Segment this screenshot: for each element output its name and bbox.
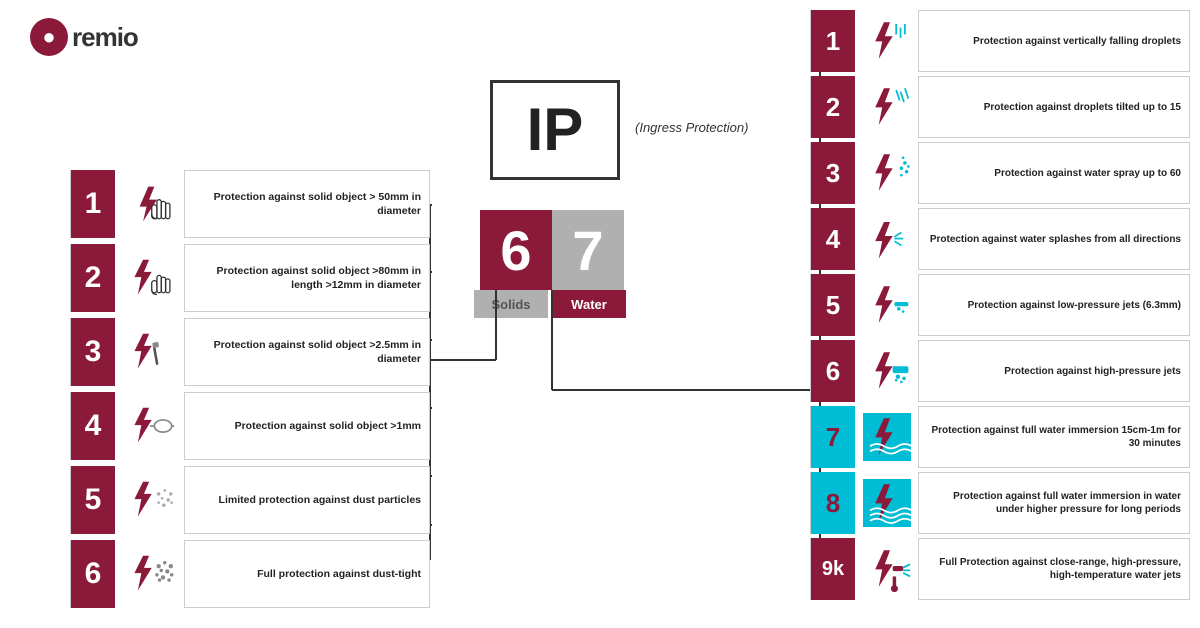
water-desc-3: Protection against water spray up to 60 [919,163,1189,184]
solid-digit: 6 [480,210,552,290]
logo-text: remio [72,22,138,53]
water-number-7: 7 [811,406,855,468]
water-number-8: 8 [811,472,855,534]
solids-panel: 1 Protection against solid object > 50mm… [70,170,430,614]
solid-icon-5 [115,466,185,534]
water-row-6: 6 Protection against high-pressure jets [810,340,1190,402]
solid-number-2: 2 [71,244,115,312]
logo: ● remio [30,18,138,56]
solid-desc-1: Protection against solid object > 50mm i… [185,186,429,222]
solid-number-1: 1 [71,170,115,238]
solid-number-4: 4 [71,392,115,460]
water-row-9k: 9k Full Protection against close-range, … [810,538,1190,600]
solid-icon-2 [115,244,185,312]
solid-row-1: 1 Protection against solid object > 50mm… [70,170,430,238]
solid-desc-2: Protection against solid object >80mm in… [185,260,429,296]
solid-row-4: 4 Protection against solid object >1mm [70,392,430,460]
water-row-4: 4 Protection against water splashes from… [810,208,1190,270]
water-number-2: 2 [811,76,855,138]
solid-number-3: 3 [71,318,115,386]
solid-icon-1 [115,170,185,238]
water-desc-1: Protection against vertically falling dr… [919,31,1189,52]
water-panel: 1 Protection against vertically falling … [810,10,1190,604]
water-icon-8 [855,472,919,534]
solid-icon-4 [115,392,185,460]
solid-number-5: 5 [71,466,115,534]
water-desc-9k: Full Protection against close-range, hig… [919,552,1189,586]
water-icon-9k [855,538,919,600]
water-number-9k: 9k [811,538,855,600]
solid-row-3: 3 Protection against solid object >2.5mm… [70,318,430,386]
solid-row-5: 5 Limited protection against dust partic… [70,466,430,534]
ip-box: IP [490,80,620,180]
water-desc-8: Protection against full water immersion … [919,486,1189,520]
water-icon-6 [855,340,919,402]
water-number-3: 3 [811,142,855,204]
water-number-5: 5 [811,274,855,336]
water-desc-4: Protection against water splashes from a… [919,229,1189,250]
ingress-label: (Ingress Protection) [635,120,748,135]
solid-icon-3 [115,318,185,386]
logo-icon: ● [30,18,68,56]
water-icon-2 [855,76,919,138]
water-digit: 7 [552,210,624,290]
water-desc-2: Protection against droplets tilted up to… [919,97,1189,118]
water-row-1: 1 Protection against vertically falling … [810,10,1190,72]
solid-desc-6: Full protection against dust-tight [185,563,429,585]
water-row-5: 5 Protection against low-pressure jets (… [810,274,1190,336]
water-row-3: 3 Protection against water spray up to 6… [810,142,1190,204]
solids-label: Solids [474,290,548,318]
digit-section: 6 7 [480,210,624,290]
water-icon-7 [855,406,919,468]
water-icon-5 [855,274,919,336]
water-row-8: 8 Protection against full water immersio… [810,472,1190,534]
solid-number-6: 6 [71,540,115,608]
water-desc-7: Protection against full water immersion … [919,420,1189,454]
water-row-7: 7 Protection against full water immersio… [810,406,1190,468]
solid-row-6: 6 Full protection against dust-tight [70,540,430,608]
ip-label: IP [527,100,584,160]
water-number-1: 1 [811,10,855,72]
solid-desc-3: Protection against solid object >2.5mm i… [185,334,429,370]
label-section: Solids Water [474,290,626,318]
water-number-4: 4 [811,208,855,270]
solid-row-2: 2 Protection against solid object >80mm … [70,244,430,312]
water-icon-3 [855,142,919,204]
water-desc-5: Protection against low-pressure jets (6.… [919,295,1189,316]
water-icon-4 [855,208,919,270]
water-icon-1 [855,10,919,72]
water-desc-6: Protection against high-pressure jets [919,361,1189,382]
solid-desc-4: Protection against solid object >1mm [185,415,429,437]
solid-desc-5: Limited protection against dust particle… [185,489,429,511]
water-number-6: 6 [811,340,855,402]
water-label: Water [552,290,626,318]
solid-icon-6 [115,540,185,608]
water-row-2: 2 Protection against droplets tilted up … [810,76,1190,138]
